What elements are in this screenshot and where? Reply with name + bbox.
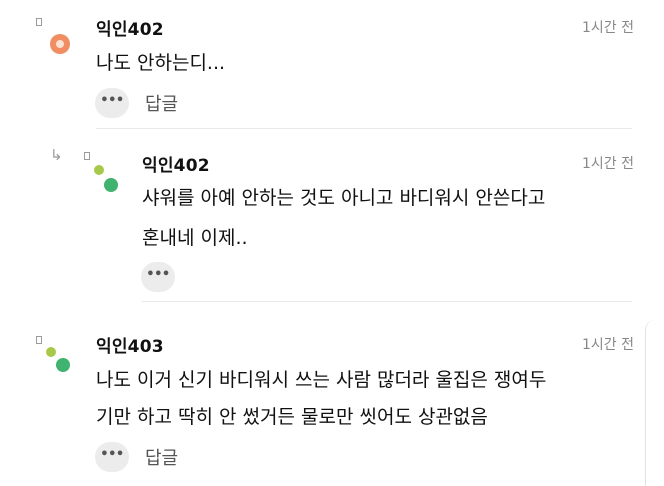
comment-time: 1시간 전 (582, 20, 634, 36)
reply-button[interactable]: 답글 (145, 90, 178, 116)
comment-body-line-2: 기만 하고 딱히 안 썼거든 물로만 씻어도 상관없음 (96, 406, 488, 428)
comment-body-line-1: 나도 이거 신기 바디워시 쓰는 사람 많더라 울집은 쟁여두 (96, 369, 547, 391)
comment-body-line-1: 샤워를 아예 안하는 것도 아니고 바디워시 안쓴다고 (142, 187, 546, 209)
comment-author[interactable]: 익인402 (142, 151, 210, 176)
comment-author[interactable]: 익인403 (96, 332, 164, 357)
reply-button[interactable]: 답글 (145, 444, 178, 470)
avatar-dot-light-icon (46, 347, 56, 357)
avatar-ring-icon (50, 34, 70, 54)
ellipsis-icon: ••• (100, 447, 124, 462)
avatar-badge-icon (84, 152, 90, 160)
avatar[interactable] (36, 336, 76, 378)
comment-body-line-1: 나도 안하는디... (96, 52, 226, 74)
comment-time: 1시간 전 (582, 337, 634, 353)
avatar[interactable] (84, 152, 124, 194)
more-options-button[interactable]: ••• (95, 442, 129, 472)
avatar[interactable] (36, 18, 76, 58)
avatar-badge-icon (36, 336, 42, 344)
ellipsis-icon: ••• (100, 93, 124, 108)
comment-body-line-2: 혼내네 이제.. (142, 227, 248, 249)
ellipsis-icon: ••• (146, 267, 170, 282)
avatar-dot-icon (104, 178, 118, 192)
reply-arrow-icon: ↳ (50, 146, 63, 164)
avatar-badge-icon (36, 18, 42, 26)
more-options-button[interactable]: ••• (95, 88, 129, 118)
comment-time: 1시간 전 (582, 156, 634, 172)
comment-divider (142, 301, 632, 302)
more-options-button[interactable]: ••• (141, 262, 175, 292)
scroll-edge[interactable] (645, 320, 656, 486)
avatar-dot-light-icon (94, 165, 104, 175)
comment-author[interactable]: 익인402 (96, 15, 164, 40)
comment-divider (96, 128, 632, 129)
avatar-dot-icon (56, 358, 70, 372)
